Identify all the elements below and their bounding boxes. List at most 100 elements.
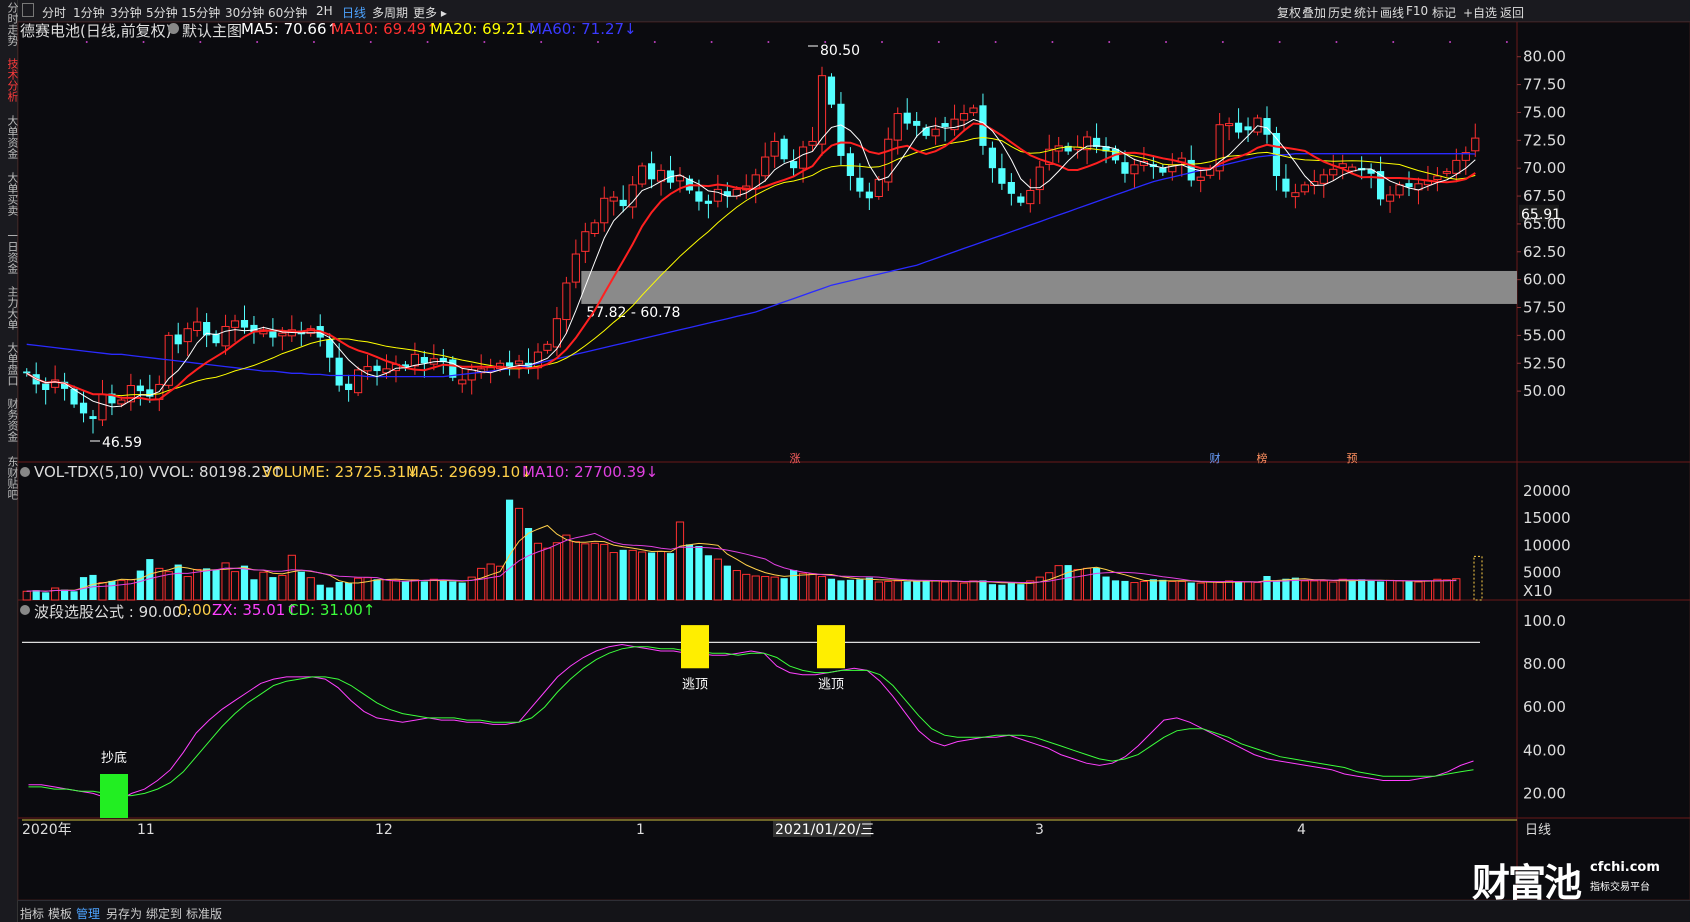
period-tab-10[interactable]: 更多 ▸ <box>413 4 447 21</box>
vol-settings-icon[interactable] <box>20 467 30 477</box>
bottom-tab-2[interactable]: 管理 <box>76 905 100 922</box>
x-label-5: 3 <box>1035 822 1044 838</box>
volume-bar-up <box>1082 567 1092 601</box>
price-tick-11: 52.50 <box>1523 354 1566 372</box>
period-tab-2[interactable]: 3分钟 <box>110 4 142 21</box>
ma20-value: MA20: 69.21↓ <box>430 20 538 38</box>
signal-dot <box>142 41 145 43</box>
period-tab-8[interactable]: 日线 <box>342 4 366 21</box>
toolbar-right-3[interactable]: 统计 <box>1354 4 1378 21</box>
top-toolbar: 分时 1分钟 3分钟 5分钟 15分钟 30分钟 60分钟 2H 日线 多周期 更多 ▸ 复权 叠加 历史… <box>18 0 1690 22</box>
chart-canvas[interactable]: 57.82 - 60.78 80.50 46.59 涨 财 榜 预 65.91 80.00 77.… <box>0 0 1690 922</box>
sell-signal-label-1: 逃顶 <box>682 677 708 692</box>
ind-zx: ZX: 35.01↑ <box>212 601 298 619</box>
sidebar-toggle-icon[interactable] <box>22 3 34 17</box>
x-label-2: 12 <box>375 822 393 838</box>
volume-bar-down <box>647 552 656 600</box>
candle-up <box>628 184 637 208</box>
toolbar-right-6[interactable]: 标记 <box>1432 4 1456 21</box>
period-tab-5[interactable]: 30分钟 <box>225 4 264 21</box>
volume-bar-up <box>675 521 685 601</box>
candle-down <box>704 200 712 204</box>
candle-up <box>893 113 902 141</box>
period-tab-9[interactable]: 多周期 <box>372 4 408 21</box>
volume-bar-up <box>514 507 524 601</box>
left-tab-5[interactable]: 主力大单 <box>0 286 19 330</box>
candle-up <box>950 118 959 131</box>
toolbar-right-7[interactable]: +自选 <box>1463 4 1497 21</box>
candle-up <box>155 383 164 400</box>
watermark-brand: 财富池 <box>1472 860 1582 905</box>
left-tab-0[interactable]: 分时走势 <box>0 2 19 46</box>
volume-bar-down <box>250 579 258 600</box>
volume-bar-up <box>798 572 808 601</box>
toolbar-right-8[interactable]: 返回 <box>1500 4 1524 21</box>
volume-bar-up <box>808 573 817 601</box>
bottom-tab-4[interactable]: 绑定到 <box>146 905 182 922</box>
left-tab-4[interactable]: 一日资金 <box>0 230 19 274</box>
candle-up <box>1461 152 1470 161</box>
candle-down <box>865 191 873 199</box>
toolbar-right-1[interactable]: 叠加 <box>1302 4 1326 21</box>
signal-dot <box>312 41 315 43</box>
stock-title: 德赛电池(日线,前复权) <box>20 22 172 40</box>
low-label: 46.59 <box>102 435 142 451</box>
signal-dot <box>426 41 429 43</box>
period-tab-1[interactable]: 1分钟 <box>73 4 105 21</box>
volume-bar-up <box>1300 580 1309 601</box>
period-tab-3[interactable]: 5分钟 <box>146 4 178 21</box>
candle-down <box>269 329 277 338</box>
x-label-6: 4 <box>1297 822 1306 838</box>
candle-down <box>326 339 334 358</box>
toolbar-right-2[interactable]: 历史 <box>1328 4 1352 21</box>
bottom-tab-0[interactable]: 指标 <box>20 905 44 922</box>
volume-bar-up <box>1225 580 1234 601</box>
candle-down <box>979 105 987 146</box>
candle-down <box>146 389 154 397</box>
bottom-toolbar: 指标 模板 管理 另存为 绑定到 标准版 <box>18 900 1690 922</box>
period-tab-7[interactable]: 2H <box>316 4 333 18</box>
toolbar-right-0[interactable]: 复权 <box>1277 4 1301 21</box>
volume-bar-up <box>1073 568 1082 601</box>
volume-bar-down <box>988 584 997 600</box>
volume-bar-up <box>1310 580 1319 601</box>
bottom-tab-3[interactable]: 另存为 <box>106 905 142 922</box>
candle-up <box>1215 124 1224 172</box>
template-name[interactable]: 默认主图 <box>182 20 242 41</box>
volume-bar-down <box>1234 581 1243 600</box>
candle-up <box>808 140 817 146</box>
volume-bar-up <box>1045 572 1054 601</box>
candle-down <box>335 357 343 386</box>
vol-ma10-line <box>26 532 1457 592</box>
period-tab-0[interactable]: 分时 <box>42 4 66 21</box>
left-tab-6[interactable]: 大单盘口 <box>0 342 19 386</box>
ind-settings-icon[interactable] <box>20 605 30 615</box>
volume-bar-down <box>240 565 249 600</box>
left-tab-3[interactable]: 大单买卖 <box>0 172 19 216</box>
left-tab-8[interactable]: 东财贴吧 <box>0 456 19 500</box>
bottom-tab-1[interactable]: 模板 <box>48 905 72 922</box>
volume-bar-down <box>401 581 410 600</box>
candle-down <box>1187 159 1195 181</box>
left-tab-2[interactable]: 大单资金 <box>0 115 19 159</box>
volume-bar-down <box>780 578 788 600</box>
bottom-tab-5[interactable]: 标准版 <box>186 905 222 922</box>
candle-up <box>1206 167 1215 176</box>
price-tick-1: 77.50 <box>1523 76 1566 94</box>
candle-down <box>401 364 410 368</box>
settings-dot-icon[interactable] <box>168 23 179 34</box>
toolbar-right-4[interactable]: 画线 <box>1380 4 1404 21</box>
period-tab-6[interactable]: 60分钟 <box>268 4 307 21</box>
left-tab-7[interactable]: 财务资金 <box>0 398 19 442</box>
candle-up <box>931 128 940 137</box>
toolbar-right-5[interactable]: F10 <box>1406 4 1428 18</box>
volume-bar-up <box>1433 578 1442 601</box>
period-tab-4[interactable]: 15分钟 <box>181 4 220 21</box>
left-tab-1[interactable]: 技术分析 <box>0 58 19 102</box>
volume-bar-down <box>212 569 220 600</box>
volume-bar-up <box>761 576 770 601</box>
volume-bar-down <box>269 577 277 600</box>
candle-down <box>1064 145 1072 152</box>
signal-dot <box>1051 41 1054 43</box>
candle-up <box>1073 146 1082 151</box>
